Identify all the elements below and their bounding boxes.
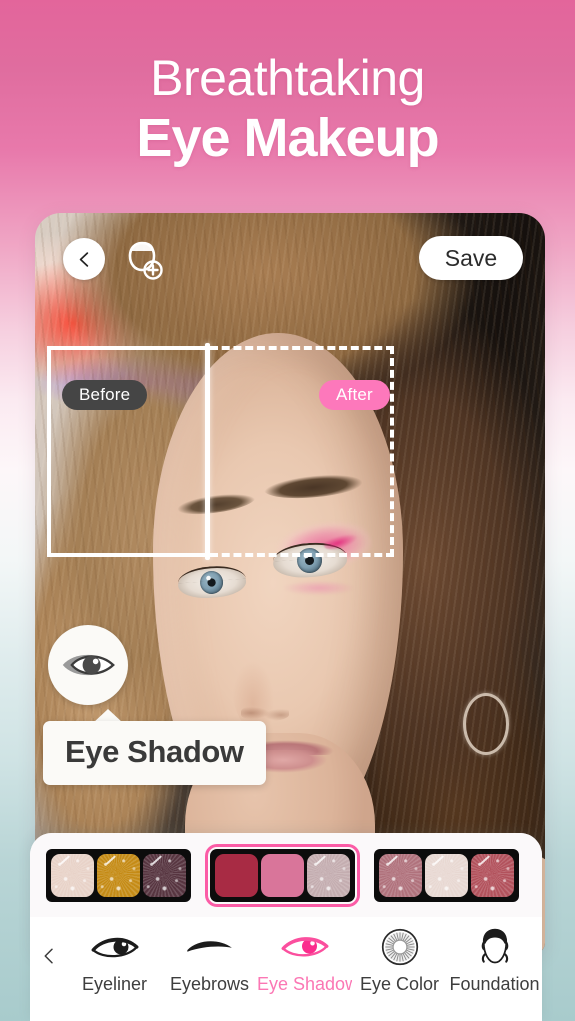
page-title: Breathtaking Eye Makeup <box>0 52 575 166</box>
face-add-icon <box>128 241 163 280</box>
chevron-left-icon <box>44 948 53 964</box>
palette-3[interactable] <box>374 848 519 902</box>
swatch-rose-pink[interactable] <box>261 853 304 897</box>
compare-divider-handle[interactable] <box>205 343 210 560</box>
back-button[interactable] <box>63 238 105 280</box>
tool-label: Eye Shadow <box>257 974 352 994</box>
toolbar-back-button[interactable] <box>30 927 67 965</box>
eyeshadow-callout: Eye Shadow <box>43 721 266 785</box>
tool-label: Eyeliner <box>81 974 148 994</box>
swatch-deep-crimson[interactable] <box>215 853 258 897</box>
tool-label: Eye Color <box>359 974 440 994</box>
before-badge: Before <box>62 380 148 410</box>
eye-left-before <box>176 564 248 600</box>
tool-item-foundation[interactable]: Foundation <box>447 927 542 995</box>
chevron-left-icon <box>79 251 88 267</box>
swatch-pale-cream-shimmer[interactable] <box>425 853 468 897</box>
swatch-champagne-shimmer[interactable] <box>51 853 94 897</box>
nostril-layer <box>241 705 289 721</box>
hoop-earring <box>463 693 509 755</box>
palette-1[interactable] <box>46 848 191 902</box>
eyeshadow-icon <box>257 927 352 967</box>
callout-label: Eye Shadow <box>65 734 244 769</box>
swatch-brick-red-shimmer[interactable] <box>471 853 514 897</box>
app-root: Breathtaking Eye Makeup Before After Sav… <box>0 0 575 1021</box>
swatch-golden-amber[interactable] <box>97 853 140 897</box>
tool-item-eyebrows[interactable]: Eyebrows <box>162 927 257 995</box>
add-face-button[interactable] <box>119 237 165 283</box>
swatch-dusty-rose-shimmer[interactable] <box>379 853 422 897</box>
headline-line-1: Breathtaking <box>150 50 425 106</box>
eyebrow-icon <box>162 927 257 967</box>
before-frame <box>47 346 210 557</box>
eyeshadow-tool-bubble[interactable] <box>48 625 128 705</box>
contact-lens-icon <box>352 927 447 967</box>
eyeshadow-lower-lash <box>275 579 361 597</box>
save-button[interactable]: Save <box>419 236 523 280</box>
tool-item-eyeliner[interactable]: Eyeliner <box>67 927 162 995</box>
headline-line-2: Eye Makeup <box>136 108 439 168</box>
eye-icon <box>62 654 115 676</box>
makeup-toolbar: Eyeliner Eyebrows Eye Shadow Eye Color Found… <box>30 917 542 1021</box>
tool-item-eye-shadow[interactable]: Eye Shadow <box>257 927 352 995</box>
palette-2[interactable] <box>205 843 360 907</box>
eyeliner-icon <box>67 927 162 967</box>
after-frame <box>210 346 394 557</box>
bottom-panel: Eyeliner Eyebrows Eye Shadow Eye Color Found… <box>30 833 542 1021</box>
swatch-mauve-taupe-shimmer[interactable] <box>307 853 350 897</box>
palette-strip[interactable] <box>30 833 542 917</box>
tool-label: Eyebrows <box>169 974 250 994</box>
tool-label: Foundation <box>449 974 540 994</box>
after-badge: After <box>319 380 390 410</box>
tool-item-eye-color[interactable]: Eye Color <box>352 927 447 995</box>
foundation-icon <box>447 927 542 967</box>
swatch-dark-plum[interactable] <box>143 853 186 897</box>
